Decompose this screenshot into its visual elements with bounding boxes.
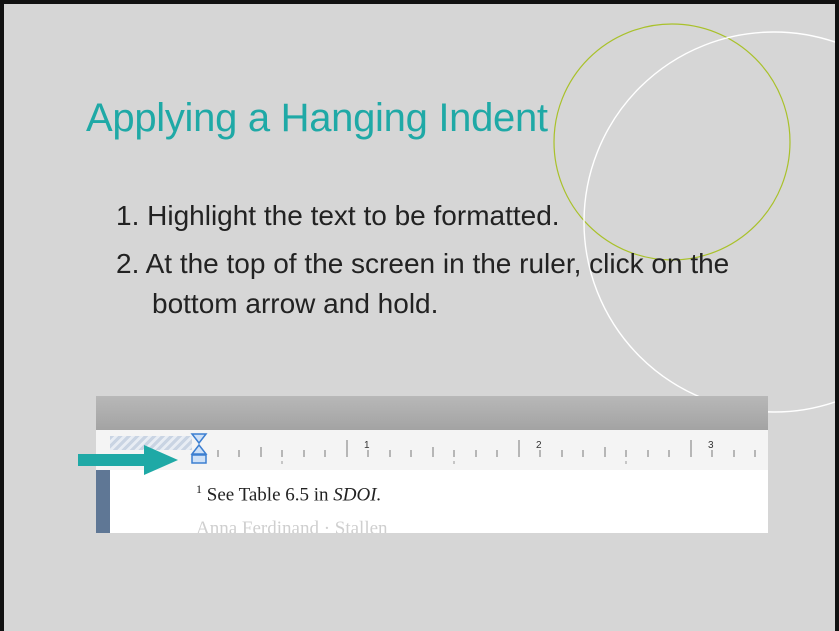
ruler-number: 1: [364, 440, 370, 451]
step-item: 1. Highlight the text to be formatted.: [116, 200, 560, 231]
footnote-text: See Table 6.5 in: [206, 484, 334, 506]
footnote-marker: 1: [196, 482, 202, 496]
ruler[interactable]: 1 2 3: [96, 430, 768, 471]
ruler-number: 3: [708, 440, 714, 451]
slide: Applying a Hanging Indent 1. Highlight t…: [0, 0, 839, 631]
ruler-ticks: 1 2 3: [190, 433, 756, 464]
step-item: 2. At the top of the screen in the ruler…: [116, 248, 730, 319]
ruler-number: 2: [536, 440, 542, 451]
word-ruler-screenshot: 1 2 3 1 See Table 6.5 in SDOI. Anna Ferd…: [96, 396, 768, 533]
steps-list: 1. Highlight the text to be formatted. 2…: [116, 196, 796, 332]
toolbar-strip: [96, 396, 768, 430]
slide-title: Applying a Hanging Indent: [86, 96, 548, 140]
margin-strip: [96, 470, 110, 533]
faded-text-line: Anna Ferdinand · Stallen: [196, 518, 388, 533]
right-arrow-icon: [78, 445, 178, 475]
footnote-italic: SDOI.: [333, 484, 382, 506]
hanging-indent-marker-icon[interactable]: [190, 433, 208, 464]
footnote-line: 1 See Table 6.5 in SDOI.: [196, 482, 381, 506]
